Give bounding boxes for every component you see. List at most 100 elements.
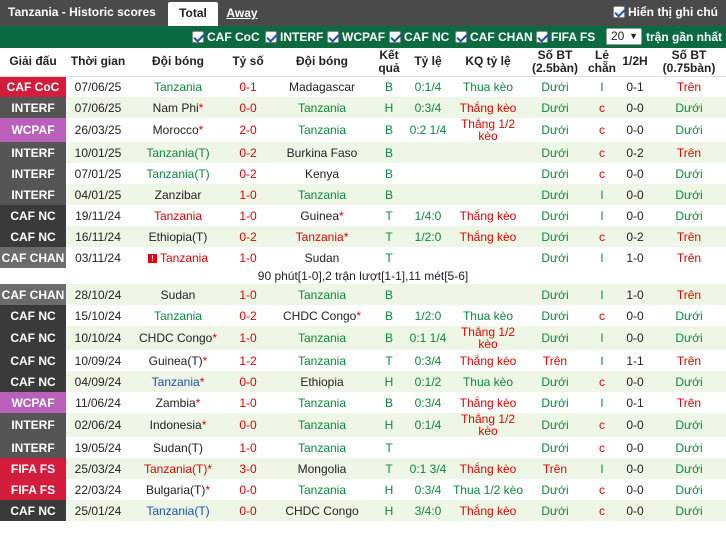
away-team[interactable]: Tanzania [270,326,374,350]
tab-total[interactable]: Total [168,2,218,26]
league-badge[interactable]: CAF NC [0,226,66,247]
checkbox-icon[interactable] [389,31,401,43]
away-team[interactable]: Tanzania [270,284,374,305]
league-badge[interactable]: CAF CHAN [0,284,66,305]
match-score[interactable]: 0-0 [226,371,270,392]
home-team[interactable]: Guinea(T)* [130,350,226,371]
match-score[interactable]: 3-0 [226,458,270,479]
checkbox-icon[interactable] [455,31,467,43]
away-team[interactable]: Ethiopia [270,371,374,392]
league-badge[interactable]: CAF NC [0,350,66,371]
match-score[interactable]: 0-2 [226,305,270,326]
away-team[interactable]: Burkina Faso [270,142,374,163]
home-team[interactable]: Morocco* [130,118,226,142]
filter-caf-coc[interactable]: CAF CoC [192,30,260,44]
home-team[interactable]: Ethiopia(T) [130,226,226,247]
league-badge[interactable]: INTERF [0,97,66,118]
league-badge[interactable]: CAF NC [0,326,66,350]
league-badge[interactable]: WCPAF [0,118,66,142]
filter-interf[interactable]: INTERF [265,30,323,44]
match-score[interactable]: 1-0 [226,326,270,350]
checkbox-icon[interactable] [265,31,277,43]
league-badge[interactable]: INTERF [0,184,66,205]
league-badge[interactable]: WCPAF [0,392,66,413]
recent-count-select[interactable]: 20 ▼ [605,28,642,45]
checkbox-icon[interactable] [327,31,339,43]
league-badge[interactable]: INTERF [0,142,66,163]
match-score[interactable]: 0-2 [226,142,270,163]
league-badge[interactable]: INTERF [0,437,66,458]
match-score[interactable]: 1-0 [226,184,270,205]
show-notes-checkbox[interactable] [613,6,625,18]
away-team[interactable]: Guinea* [270,205,374,226]
match-score[interactable]: 2-0 [226,118,270,142]
league-badge[interactable]: CAF NC [0,500,66,521]
away-team[interactable]: Tanzania [270,437,374,458]
match-score[interactable]: 1-2 [226,350,270,371]
league-badge[interactable]: INTERF [0,163,66,184]
filter-caf-nc[interactable]: CAF NC [389,30,449,44]
home-team[interactable]: Zanzibar [130,184,226,205]
filter-fifa-fs[interactable]: FIFA FS [536,30,595,44]
filter-caf-chan[interactable]: CAF CHAN [455,30,533,44]
match-score[interactable]: 0-0 [226,500,270,521]
league-badge[interactable]: FIFA FS [0,479,66,500]
league-badge[interactable]: FIFA FS [0,458,66,479]
league-badge[interactable]: CAF NC [0,305,66,326]
match-score[interactable]: 0-0 [226,413,270,437]
checkbox-icon[interactable] [536,31,548,43]
away-team[interactable]: Mongolia [270,458,374,479]
away-team[interactable]: Tanzania [270,479,374,500]
filter-wcpaf[interactable]: WCPAF [327,30,385,44]
home-team[interactable]: ! Tanzania [130,247,226,268]
match-score[interactable]: 0-1 [226,76,270,97]
match-score[interactable]: 0-0 [226,479,270,500]
match-score[interactable]: 0-2 [226,226,270,247]
away-team[interactable]: Tanzania [270,350,374,371]
home-team[interactable]: Tanzania(T) [130,500,226,521]
home-team[interactable]: Bulgaria(T)* [130,479,226,500]
away-team[interactable]: Tanzania [270,392,374,413]
home-team[interactable]: Tanzania [130,76,226,97]
home-team[interactable]: Tanzania(T) [130,163,226,184]
handicap-result [452,184,524,205]
home-team[interactable]: Sudan(T) [130,437,226,458]
home-team[interactable]: Nam Phi* [130,97,226,118]
league-badge[interactable]: INTERF [0,413,66,437]
warning-icon: ! [147,253,157,263]
match-score[interactable]: 1-0 [226,284,270,305]
away-team[interactable]: Sudan [270,247,374,268]
league-badge[interactable]: CAF NC [0,205,66,226]
half-time-score: 0-0 [618,479,652,500]
away-team[interactable]: Tanzania [270,97,374,118]
home-team[interactable]: Tanzania [130,305,226,326]
match-score[interactable]: 1-0 [226,205,270,226]
match-score[interactable]: 1-0 [226,437,270,458]
away-team[interactable]: Tanzania* [270,226,374,247]
league-badge[interactable]: CAF CoC [0,76,66,97]
show-notes-toggle[interactable]: Hiển thị ghi chú [613,5,718,19]
match-score[interactable]: 0-2 [226,163,270,184]
match-score[interactable]: 1-0 [226,392,270,413]
home-team[interactable]: Tanzania [130,205,226,226]
home-team[interactable]: Indonesia* [130,413,226,437]
away-team[interactable]: CHDC Congo [270,500,374,521]
away-team[interactable]: Kenya [270,163,374,184]
checkbox-icon[interactable] [192,31,204,43]
away-team[interactable]: Tanzania [270,184,374,205]
away-team[interactable]: CHDC Congo* [270,305,374,326]
away-team[interactable]: Tanzania [270,118,374,142]
home-team[interactable]: Tanzania(T) [130,142,226,163]
home-team[interactable]: Tanzania(T)* [130,458,226,479]
league-badge[interactable]: CAF CHAN [0,247,66,268]
home-team[interactable]: Sudan [130,284,226,305]
home-team[interactable]: Tanzania* [130,371,226,392]
tab-away[interactable]: Away [222,2,262,26]
home-team[interactable]: Zambia* [130,392,226,413]
match-score[interactable]: 0-0 [226,97,270,118]
home-team[interactable]: CHDC Congo* [130,326,226,350]
match-score[interactable]: 1-0 [226,247,270,268]
away-team[interactable]: Madagascar [270,76,374,97]
league-badge[interactable]: CAF NC [0,371,66,392]
away-team[interactable]: Tanzania [270,413,374,437]
